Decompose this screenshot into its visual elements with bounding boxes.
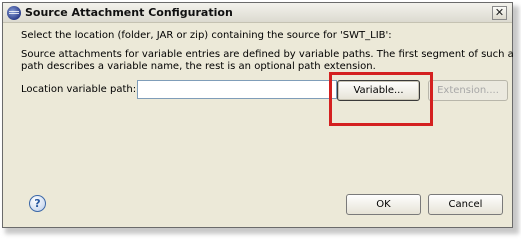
ok-button[interactable]: OK: [346, 194, 421, 215]
path-label: Location variable path:: [21, 84, 137, 95]
variable-button[interactable]: Variable...: [337, 80, 420, 101]
dialog-window: Source Attachment Configuration ✕ Select…: [2, 2, 514, 228]
help-icon[interactable]: ?: [29, 195, 46, 212]
description-line-2: path describes a variable name, the rest…: [21, 61, 376, 72]
title-bar[interactable]: Source Attachment Configuration ✕: [3, 3, 512, 23]
close-button[interactable]: ✕: [492, 6, 507, 20]
description-line-1: Source attachments for variable entries …: [21, 49, 514, 60]
location-prompt: Select the location (folder, JAR or zip)…: [21, 30, 392, 41]
location-variable-path-input[interactable]: [137, 80, 337, 99]
extension-button[interactable]: Extension....: [428, 80, 508, 101]
cancel-button[interactable]: Cancel: [428, 194, 503, 215]
eclipse-icon: [7, 6, 21, 20]
dialog-title: Source Attachment Configuration: [25, 6, 233, 19]
